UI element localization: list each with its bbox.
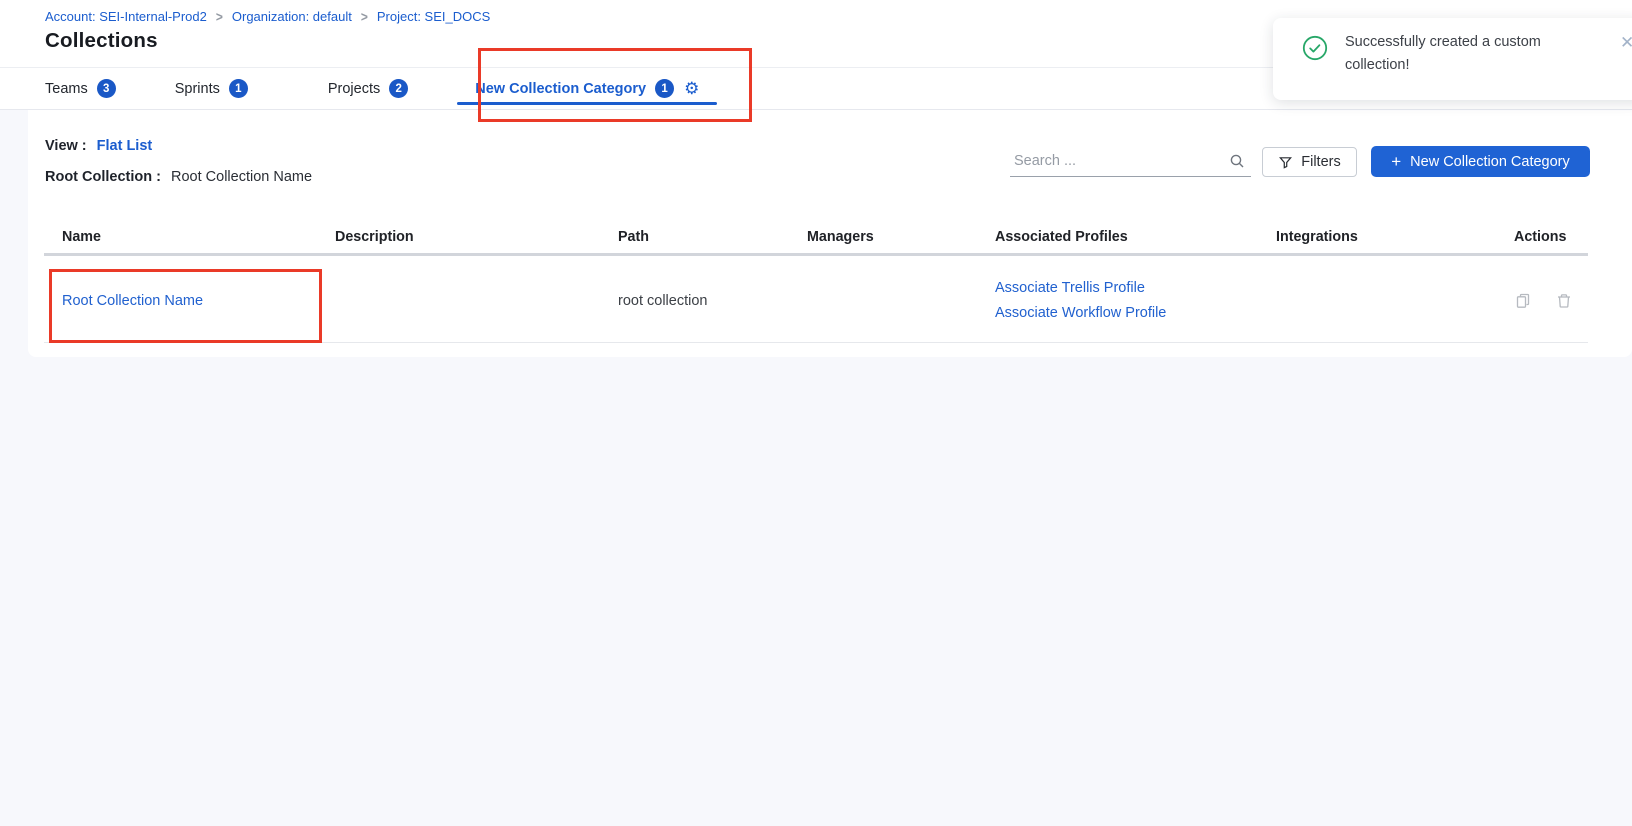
chevron-right-icon: >: [216, 8, 223, 24]
success-toast: Successfully created a custom collection…: [1273, 18, 1632, 100]
tab-teams[interactable]: Teams 3: [45, 68, 116, 109]
success-check-icon: [1302, 35, 1328, 66]
associate-workflow-profile-link[interactable]: Associate Workflow Profile: [995, 305, 1276, 321]
close-icon[interactable]: ✕: [1620, 34, 1632, 51]
plus-icon: +: [1391, 153, 1401, 170]
tab-new-collection-category-count-badge: 1: [655, 79, 674, 98]
new-collection-category-button-label: New Collection Category: [1410, 154, 1570, 170]
table-row: Root Collection Name root collection Ass…: [44, 259, 1588, 343]
root-collection-row: Root Collection : Root Collection Name: [45, 169, 312, 185]
root-collection-label: Root Collection :: [45, 169, 161, 185]
cell-name: Root Collection Name: [44, 293, 335, 309]
breadcrumb: Account: SEI-Internal-Prod2 > Organizati…: [45, 9, 490, 24]
tab-projects-label: Projects: [328, 81, 380, 97]
column-header-path: Path: [618, 229, 807, 245]
column-header-name: Name: [44, 229, 335, 245]
trash-icon[interactable]: [1555, 292, 1573, 310]
new-collection-category-button[interactable]: + New Collection Category: [1371, 146, 1590, 177]
associate-trellis-profile-link[interactable]: Associate Trellis Profile: [995, 280, 1276, 296]
column-header-description: Description: [335, 229, 618, 245]
column-header-managers: Managers: [807, 229, 995, 245]
search-input[interactable]: [1010, 153, 1229, 171]
gear-icon[interactable]: ⚙: [684, 80, 699, 97]
tab-projects[interactable]: Projects 2: [328, 68, 408, 109]
view-label: View :: [45, 138, 87, 154]
cell-path: root collection: [618, 293, 807, 309]
breadcrumb-account-link[interactable]: Account: SEI-Internal-Prod2: [45, 9, 207, 24]
tab-new-collection-category-label: New Collection Category: [475, 81, 646, 97]
root-collection-value: Root Collection Name: [171, 169, 312, 185]
tab-sprints-label: Sprints: [175, 81, 220, 97]
table-header-row: Name Description Path Managers Associate…: [44, 220, 1588, 256]
breadcrumb-organization-link[interactable]: Organization: default: [232, 9, 352, 24]
cell-associated-profiles: Associate Trellis Profile Associate Work…: [995, 280, 1276, 321]
tab-teams-label: Teams: [45, 81, 88, 97]
tab-new-collection-category[interactable]: New Collection Category 1 ⚙: [457, 68, 717, 109]
column-header-actions: Actions: [1514, 229, 1588, 245]
tab-projects-count-badge: 2: [389, 79, 408, 98]
view-row: View : Flat List: [45, 138, 152, 154]
chevron-right-icon: >: [361, 8, 368, 24]
tab-sprints[interactable]: Sprints 1: [175, 68, 248, 109]
column-header-associated-profiles: Associated Profiles: [995, 229, 1276, 245]
filters-button-label: Filters: [1301, 154, 1340, 170]
tab-sprints-count-badge: 1: [229, 79, 248, 98]
breadcrumb-project-link[interactable]: Project: SEI_DOCS: [377, 9, 490, 24]
flat-list-link[interactable]: Flat List: [97, 138, 153, 154]
copy-icon[interactable]: [1514, 292, 1532, 310]
content-card: View : Flat List Root Collection : Root …: [28, 110, 1632, 357]
column-header-integrations: Integrations: [1276, 229, 1514, 245]
filters-button[interactable]: Filters: [1262, 147, 1357, 177]
tab-teams-count-badge: 3: [97, 79, 116, 98]
filter-funnel-icon: [1278, 155, 1293, 170]
search-icon: [1229, 153, 1245, 169]
cell-actions: [1514, 292, 1588, 310]
page-title: Collections: [45, 29, 158, 53]
root-collection-name-link[interactable]: Root Collection Name: [62, 293, 203, 309]
toast-message: Successfully created a custom collection…: [1345, 31, 1571, 77]
search-box[interactable]: [1010, 148, 1251, 177]
